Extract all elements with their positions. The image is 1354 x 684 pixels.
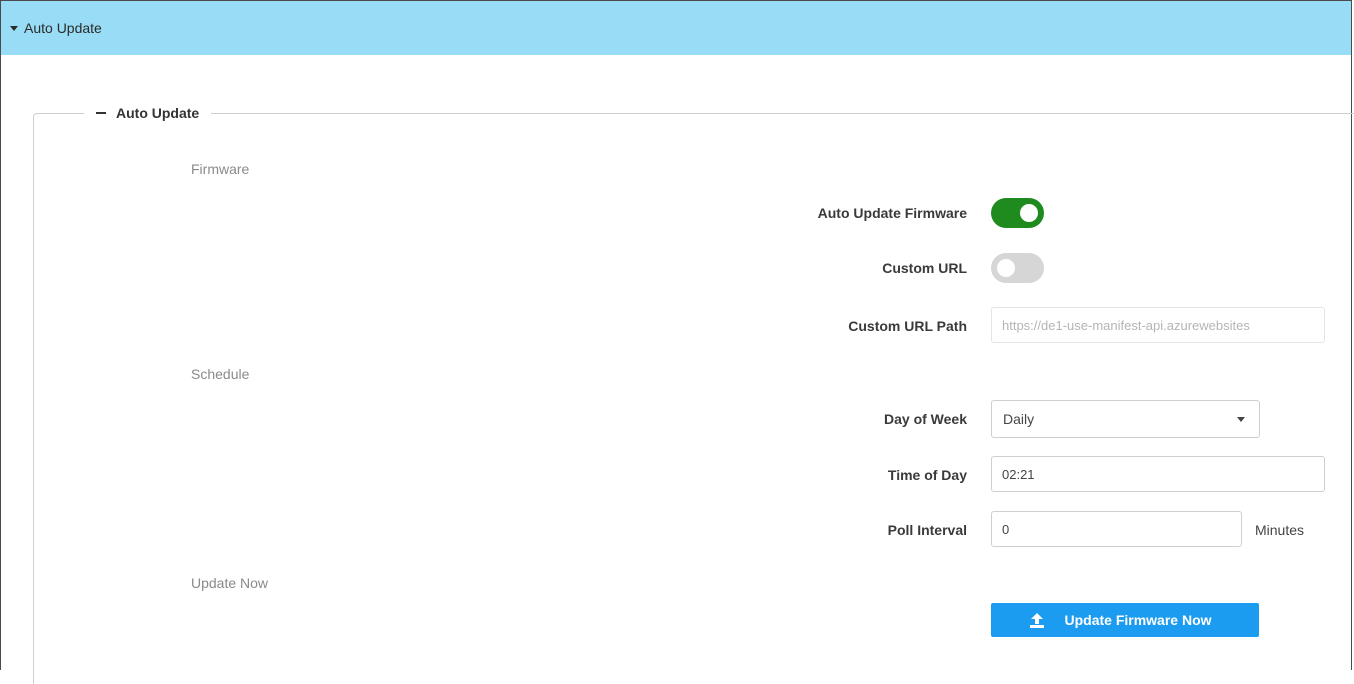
time-of-day-label: Time of Day — [887, 467, 967, 483]
toggle-knob — [1020, 204, 1038, 222]
time-of-day-input[interactable]: 02:21 — [991, 456, 1325, 492]
auto-update-firmware-toggle[interactable] — [991, 198, 1044, 228]
section-label-schedule: Schedule — [191, 366, 250, 382]
day-of-week-value: Daily — [1003, 411, 1035, 427]
custom-url-path-label: Custom URL Path — [848, 318, 967, 334]
custom-url-label: Custom URL — [882, 260, 967, 276]
fieldset-legend-label: Auto Update — [116, 105, 200, 121]
section-label-update-now: Update Now — [191, 575, 269, 591]
toggle-knob — [997, 259, 1015, 277]
accordion-header-auto-update[interactable]: Auto Update — [1, 1, 1351, 55]
upload-icon — [1030, 612, 1045, 628]
fieldset-auto-update — [33, 113, 1354, 684]
minus-icon — [96, 112, 106, 114]
auto-update-firmware-label: Auto Update Firmware — [817, 205, 967, 221]
accordion-title: Auto Update — [24, 20, 102, 36]
poll-interval-unit: Minutes — [1255, 522, 1305, 538]
caret-down-icon — [10, 26, 18, 31]
day-of-week-select[interactable]: Daily — [991, 400, 1260, 438]
poll-interval-label: Poll Interval — [887, 522, 967, 538]
custom-url-path-input[interactable]: https://de1-use-manifest-api.azurewebsit… — [991, 307, 1325, 343]
day-of-week-label: Day of Week — [884, 411, 967, 427]
fieldset-legend[interactable]: Auto Update — [84, 101, 212, 125]
poll-interval-input[interactable]: 0 — [991, 511, 1242, 547]
section-label-firmware: Firmware — [191, 161, 250, 177]
custom-url-toggle[interactable] — [991, 253, 1044, 283]
update-firmware-now-label: Update Firmware Now — [1064, 612, 1212, 628]
update-firmware-now-button[interactable]: Update Firmware Now — [991, 603, 1259, 637]
caret-down-icon — [1237, 416, 1245, 422]
